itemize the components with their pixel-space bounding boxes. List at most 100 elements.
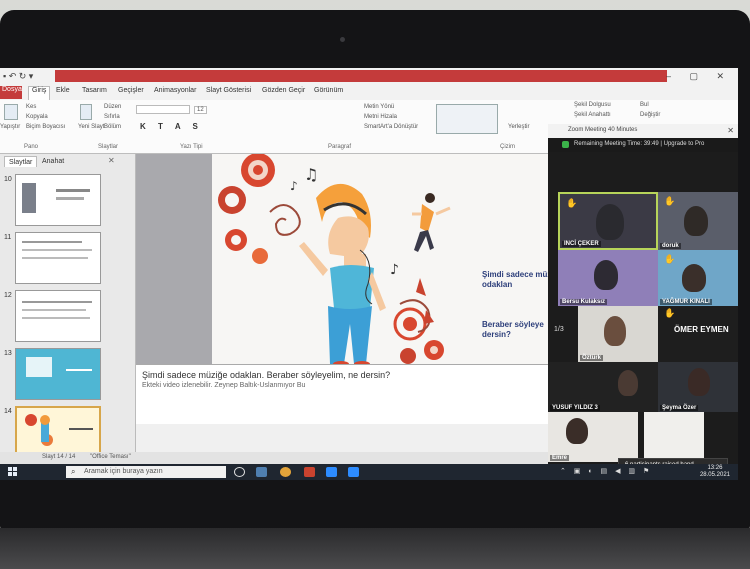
shapes-gallery[interactable] bbox=[436, 104, 498, 134]
search-icon: ⌕ bbox=[71, 467, 76, 476]
zoom-meeting-icon[interactable] bbox=[348, 467, 359, 477]
windows-start-icon[interactable] bbox=[8, 467, 18, 477]
slide-text-line2[interactable]: Beraber söyleye bbox=[482, 320, 544, 330]
participant-tile[interactable]: Öztürk bbox=[578, 306, 658, 362]
powerpoint-icon[interactable] bbox=[304, 467, 315, 477]
quick-access-toolbar[interactable]: ▪ ↶ ↻ ▾ bbox=[3, 71, 33, 82]
arrange-button[interactable]: Yerleştir bbox=[508, 124, 529, 130]
slide-text-line1[interactable]: Şimdi sadece müz bbox=[482, 270, 551, 280]
tab-transitions[interactable]: Geçişler bbox=[118, 87, 144, 94]
participant-tile[interactable]: ✋ YAĞMUR KINALI bbox=[658, 250, 738, 306]
current-slide[interactable]: ♫ ♪ ♪ Şimdi sadece müz odaklan Beraber s… bbox=[212, 153, 551, 367]
participant-tile[interactable]: Şeyma Özer bbox=[658, 362, 738, 412]
title-bar: ▪ ↶ ↻ ▾ – ▢ ✕ bbox=[0, 68, 738, 86]
tab-home[interactable]: Giriş bbox=[28, 86, 51, 100]
close-icon[interactable]: ✕ bbox=[727, 126, 734, 135]
chrome-icon[interactable] bbox=[280, 467, 291, 477]
ribbon-tabs: Dosya Giriş Ekle Tasarım Geçişler Animas… bbox=[0, 86, 738, 100]
slide-number: 11 bbox=[4, 234, 12, 241]
section-button[interactable]: Bölüm bbox=[104, 124, 121, 130]
participant-tile[interactable] bbox=[644, 412, 704, 458]
participant-tile[interactable]: Emre bbox=[548, 412, 638, 462]
new-slide-button[interactable]: Yeni Slayt bbox=[78, 124, 104, 130]
tab-insert[interactable]: Ekle bbox=[56, 87, 70, 94]
cortana-icon[interactable] bbox=[234, 467, 245, 477]
font-name-box[interactable] bbox=[136, 105, 190, 114]
shape-fill-button[interactable]: Şekil Dolgusu bbox=[574, 102, 611, 108]
participant-video bbox=[684, 206, 708, 236]
paste-icon[interactable] bbox=[4, 104, 18, 120]
search-placeholder: Aramak için buraya yazın bbox=[84, 468, 163, 475]
participant-video bbox=[566, 418, 588, 444]
cut-button[interactable]: Kes bbox=[26, 104, 36, 110]
thumbnail-art bbox=[22, 241, 92, 259]
font-format-buttons[interactable]: K T A S bbox=[140, 122, 203, 131]
task-view-icon[interactable] bbox=[256, 467, 267, 477]
participant-tile[interactable]: ✋ ÖMER EYMEN bbox=[658, 306, 738, 362]
participant-tile[interactable]: YUSUF YILDIZ 3 bbox=[548, 362, 658, 412]
slide-thumbnail-11[interactable] bbox=[15, 232, 101, 284]
clock-date: 28.05.2021 bbox=[699, 472, 730, 478]
system-tray[interactable]: ⌃ ▣ ◐ ▤ ◀ ▥ ⚑ bbox=[560, 467, 652, 475]
new-slide-icon[interactable] bbox=[80, 104, 92, 120]
smartart-button[interactable]: SmartArt'a Dönüştür bbox=[364, 124, 418, 130]
zoom-icon[interactable] bbox=[326, 467, 337, 477]
participant-name: Şeyma Özer bbox=[660, 405, 699, 411]
shape-outline-button[interactable]: Şekil Anahattı bbox=[574, 112, 611, 118]
tab-design[interactable]: Tasarım bbox=[82, 87, 107, 94]
slide-thumbnail-13[interactable] bbox=[15, 348, 101, 400]
group-slides: Slaytlar bbox=[98, 144, 119, 150]
slide-number: 14 bbox=[4, 408, 12, 415]
replace-button[interactable]: Değiştir bbox=[640, 112, 660, 118]
raised-hand-icon: ✋ bbox=[664, 196, 676, 206]
slides-panel: Slaytlar Anahat ✕ 10 11 12 13 14 bbox=[0, 154, 136, 464]
participant-tile[interactable]: Bersu Kulaksız bbox=[558, 250, 658, 306]
participant-name: Bersu Kulaksız bbox=[560, 299, 608, 305]
layout-button[interactable]: Düzen bbox=[104, 104, 121, 110]
thumbnail-art bbox=[22, 301, 92, 319]
tab-slideshow[interactable]: Slayt Gösterisi bbox=[206, 87, 251, 94]
svg-text:♫: ♫ bbox=[304, 165, 318, 184]
reset-button[interactable]: Sıfırla bbox=[104, 114, 120, 120]
slide-thumbnail-14[interactable] bbox=[15, 406, 101, 458]
paste-button[interactable]: Yapıştır bbox=[0, 124, 20, 130]
speaker-notes[interactable]: Şimdi sadece müziğe odaklan. Beraber söy… bbox=[136, 364, 548, 424]
group-paragraph: Paragraf bbox=[328, 144, 352, 150]
participant-tile[interactable]: ✋ doruk bbox=[658, 192, 738, 250]
participant-name: YAĞMUR KINALI bbox=[660, 299, 712, 305]
tab-view[interactable]: Görünüm bbox=[314, 87, 343, 94]
participant-tile[interactable]: ✋ INCİ ÇEKER bbox=[558, 192, 658, 250]
participant-video bbox=[688, 368, 710, 396]
find-button[interactable]: Bul bbox=[640, 102, 649, 108]
remaining-time[interactable]: Remaining Meeting Time: 39:49 | Upgrade … bbox=[574, 141, 704, 147]
group-font: Yazı Tipi bbox=[180, 144, 203, 150]
tab-animations[interactable]: Animasyonlar bbox=[154, 87, 196, 94]
slide-number: 10 bbox=[4, 176, 12, 183]
text-direction-button[interactable]: Metin Yönü bbox=[364, 104, 394, 110]
thumbnail-art bbox=[16, 349, 100, 399]
tab-outline-panel[interactable]: Anahat bbox=[38, 156, 68, 167]
tab-slides-panel[interactable]: Slaytlar bbox=[4, 156, 38, 167]
gallery-page-indicator[interactable]: 1/3 bbox=[554, 326, 564, 333]
thumbnail-art bbox=[22, 183, 90, 213]
participant-name: YUSUF YILDIZ 3 bbox=[550, 405, 600, 411]
slide-thumbnail-12[interactable] bbox=[15, 290, 101, 342]
align-text-button[interactable]: Metni Hizala bbox=[364, 114, 397, 120]
slide-text-line1b[interactable]: odaklan bbox=[482, 280, 512, 290]
window-title-strip bbox=[55, 70, 667, 82]
copy-button[interactable]: Kopyala bbox=[26, 114, 48, 120]
slide-text-line2b[interactable]: dersin? bbox=[482, 330, 511, 340]
zoom-window-title: Zoom Meeting 40 Minutes bbox=[568, 127, 638, 133]
font-size-box[interactable]: 12 bbox=[194, 106, 207, 114]
tab-review[interactable]: Gözden Geçir bbox=[262, 87, 305, 94]
window-controls[interactable]: – ▢ ✕ bbox=[666, 71, 732, 82]
tab-file[interactable]: Dosya bbox=[0, 86, 22, 99]
participant-video bbox=[618, 370, 638, 396]
format-painter-button[interactable]: Biçim Boyacısı bbox=[26, 124, 65, 130]
system-clock[interactable]: 13:26 28.05.2021 bbox=[700, 465, 730, 479]
close-icon[interactable]: ✕ bbox=[108, 156, 115, 165]
shield-icon[interactable] bbox=[562, 141, 569, 148]
slide-thumbnail-10[interactable] bbox=[15, 174, 101, 226]
laptop-base bbox=[0, 528, 750, 569]
taskbar-search[interactable]: ⌕ Aramak için buraya yazın bbox=[66, 466, 226, 478]
